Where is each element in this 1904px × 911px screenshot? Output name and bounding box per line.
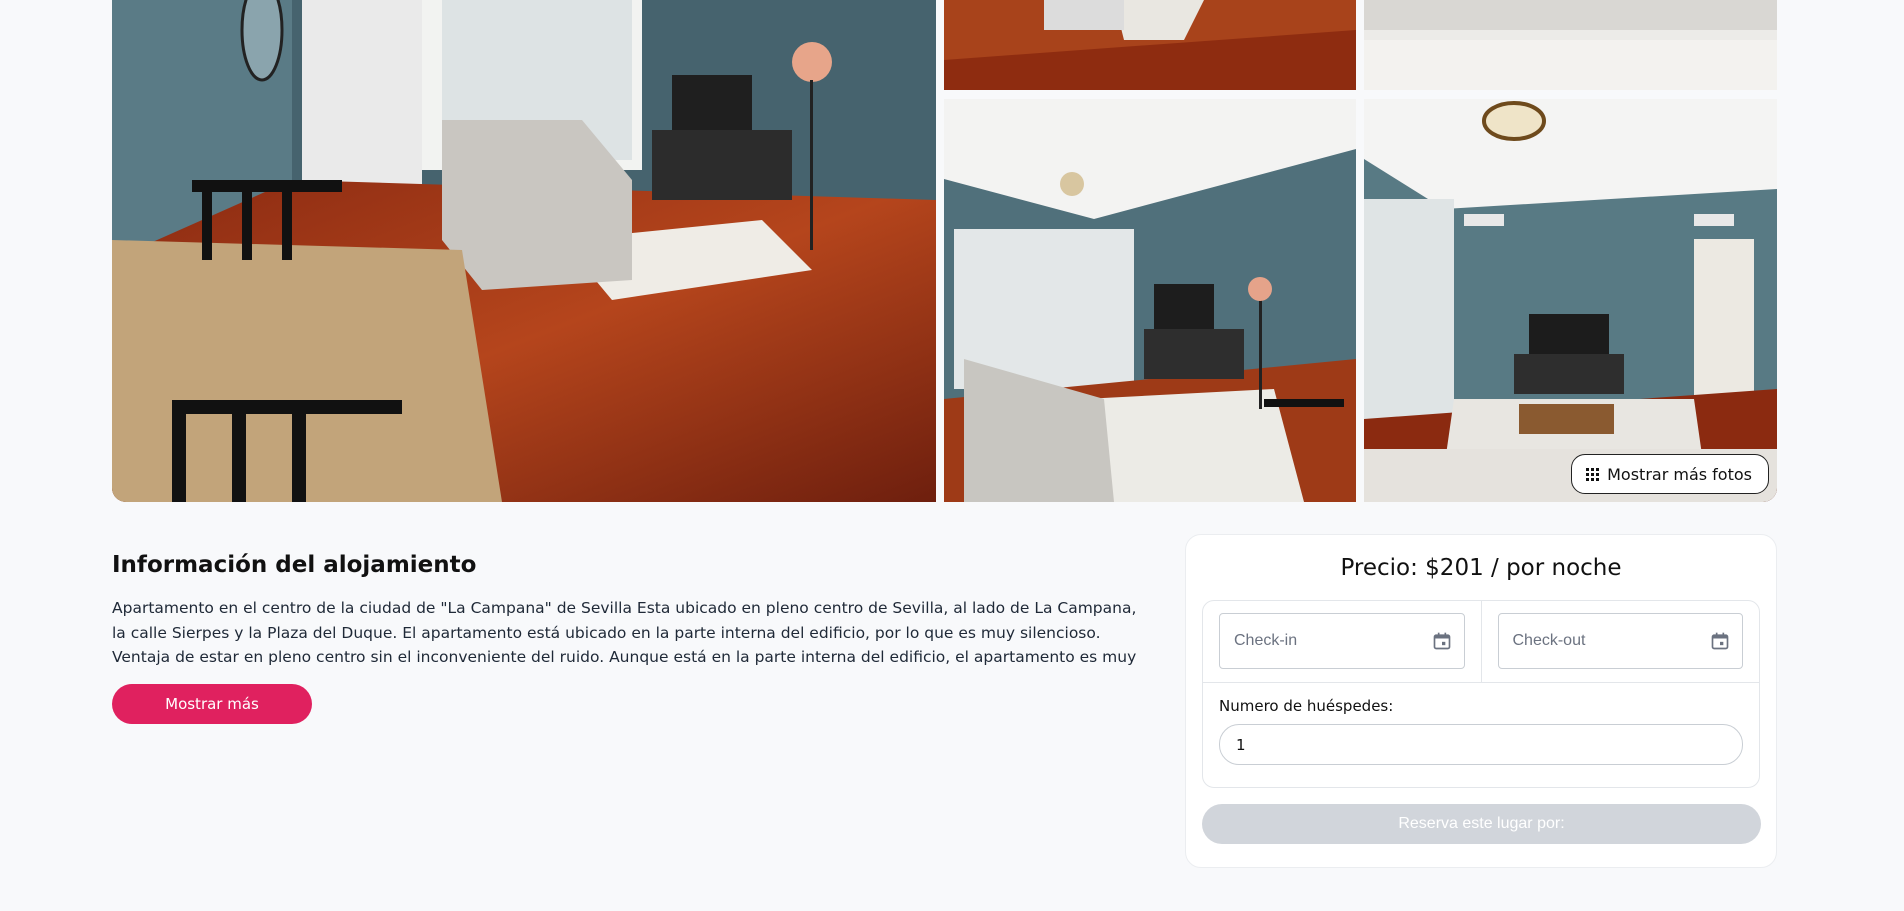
booking-card: Precio: $201 / por noche Check-in Check-…	[1185, 534, 1777, 868]
gallery-photo-3[interactable]	[944, 99, 1356, 502]
photo-gallery: Mostrar más fotos	[112, 0, 1777, 502]
show-more-photos-label: Mostrar más fotos	[1607, 464, 1752, 484]
guests-label: Numero de huéspedes:	[1219, 697, 1394, 715]
show-more-button[interactable]: Mostrar más	[112, 684, 312, 724]
calendar-icon[interactable]	[1710, 631, 1730, 651]
calendar-icon[interactable]	[1432, 631, 1452, 651]
booking-form: Check-in Check-out Numero de huéspedes: …	[1202, 600, 1760, 788]
listing-title: Información del alojamiento	[112, 552, 477, 578]
listing-info: Información del alojamiento Apartamento …	[112, 552, 1152, 724]
gallery-photo-4[interactable]: Mostrar más fotos	[1364, 99, 1777, 502]
reserve-button[interactable]: Reserva este lugar por:	[1202, 804, 1761, 844]
checkout-cell: Check-out	[1480, 601, 1760, 682]
guests-input[interactable]	[1219, 724, 1743, 765]
listing-description: Apartamento en el centro de la ciudad de…	[112, 599, 1137, 666]
main-photo[interactable]	[112, 0, 936, 502]
checkin-cell: Check-in	[1203, 601, 1481, 682]
grid-dots-icon	[1586, 467, 1600, 481]
show-more-photos-button[interactable]: Mostrar más fotos	[1571, 454, 1769, 494]
checkin-placeholder: Check-in	[1234, 632, 1298, 649]
gallery-photo-1[interactable]	[944, 0, 1356, 90]
price-text: Precio: $201 / por noche	[1340, 555, 1622, 581]
checkout-placeholder: Check-out	[1512, 632, 1586, 649]
date-range: Check-in Check-out	[1203, 601, 1759, 683]
checkout-input[interactable]: Check-out	[1497, 613, 1743, 669]
guests-section: Numero de huéspedes:	[1203, 683, 1759, 779]
checkin-input[interactable]: Check-in	[1219, 613, 1465, 669]
gallery-photo-2[interactable]	[1364, 0, 1777, 90]
